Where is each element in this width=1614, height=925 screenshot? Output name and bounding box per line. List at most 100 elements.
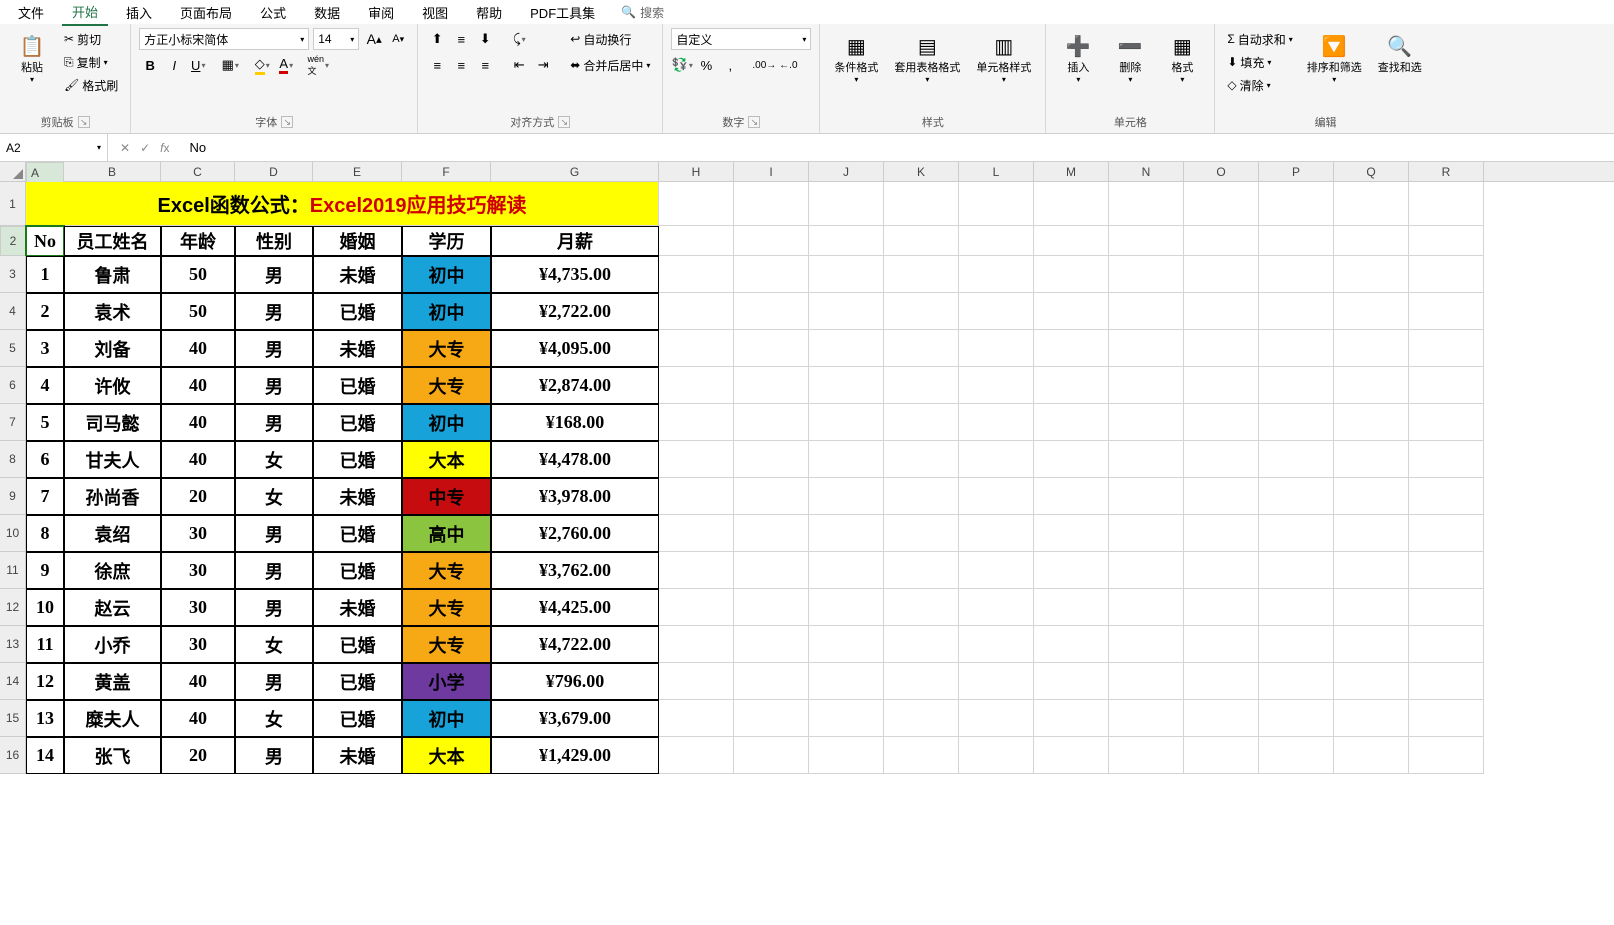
- tab-review[interactable]: 审阅: [358, 0, 404, 25]
- column-header-A[interactable]: A: [26, 162, 64, 184]
- data-cell[interactable]: 40: [161, 700, 235, 737]
- data-cell[interactable]: 初中: [402, 256, 491, 293]
- decrease-decimal-button[interactable]: ←.0: [777, 54, 799, 76]
- data-cell[interactable]: 3: [26, 330, 64, 367]
- cell[interactable]: [734, 626, 809, 663]
- cell[interactable]: [659, 626, 734, 663]
- cell[interactable]: [884, 515, 959, 552]
- cell[interactable]: [1184, 404, 1259, 441]
- cell[interactable]: [734, 700, 809, 737]
- column-header-K[interactable]: K: [884, 162, 959, 181]
- tab-view[interactable]: 视图: [412, 0, 458, 25]
- cell[interactable]: [959, 700, 1034, 737]
- data-cell[interactable]: 已婚: [313, 552, 402, 589]
- row-header-16[interactable]: 16: [0, 737, 26, 774]
- cell[interactable]: [1184, 478, 1259, 515]
- cell[interactable]: [959, 478, 1034, 515]
- data-cell[interactable]: 已婚: [313, 700, 402, 737]
- cell[interactable]: [1334, 515, 1409, 552]
- cell[interactable]: [1334, 700, 1409, 737]
- cell[interactable]: [884, 226, 959, 256]
- row-header-3[interactable]: 3: [0, 256, 26, 293]
- cell[interactable]: [1184, 293, 1259, 330]
- cell[interactable]: [734, 182, 809, 226]
- table-header[interactable]: 员工姓名: [64, 226, 161, 256]
- cell[interactable]: [1334, 293, 1409, 330]
- cell[interactable]: [659, 552, 734, 589]
- data-cell[interactable]: ¥2,760.00: [491, 515, 659, 552]
- data-cell[interactable]: 40: [161, 367, 235, 404]
- cell[interactable]: [734, 663, 809, 700]
- cell[interactable]: [734, 737, 809, 774]
- tab-formulas[interactable]: 公式: [250, 0, 296, 25]
- cell[interactable]: [734, 330, 809, 367]
- cell[interactable]: [1109, 478, 1184, 515]
- data-cell[interactable]: 初中: [402, 404, 491, 441]
- cell[interactable]: [809, 226, 884, 256]
- data-cell[interactable]: ¥4,095.00: [491, 330, 659, 367]
- column-header-P[interactable]: P: [1259, 162, 1334, 181]
- cell[interactable]: [1034, 226, 1109, 256]
- data-cell[interactable]: 徐庶: [64, 552, 161, 589]
- data-cell[interactable]: 13: [26, 700, 64, 737]
- insert-button[interactable]: ➕插入▾: [1054, 28, 1102, 87]
- data-cell[interactable]: 甘夫人: [64, 441, 161, 478]
- cell[interactable]: [1259, 478, 1334, 515]
- cell[interactable]: [959, 515, 1034, 552]
- cell[interactable]: [1109, 663, 1184, 700]
- expand-icon[interactable]: ↘: [281, 116, 293, 128]
- cell[interactable]: [659, 737, 734, 774]
- cell[interactable]: [959, 737, 1034, 774]
- data-cell[interactable]: 已婚: [313, 404, 402, 441]
- column-header-C[interactable]: C: [161, 162, 235, 181]
- cell[interactable]: [809, 589, 884, 626]
- cell[interactable]: [1184, 626, 1259, 663]
- data-cell[interactable]: 男: [235, 404, 313, 441]
- cell[interactable]: [1259, 226, 1334, 256]
- cell[interactable]: [1184, 663, 1259, 700]
- cell[interactable]: [734, 478, 809, 515]
- cell[interactable]: [1409, 256, 1484, 293]
- cell[interactable]: [1109, 226, 1184, 256]
- cell[interactable]: [959, 626, 1034, 663]
- data-cell[interactable]: 男: [235, 737, 313, 774]
- search-box[interactable]: 🔍 搜索: [621, 4, 664, 21]
- column-header-F[interactable]: F: [402, 162, 491, 181]
- data-cell[interactable]: 30: [161, 589, 235, 626]
- cell[interactable]: [1259, 589, 1334, 626]
- data-cell[interactable]: 8: [26, 515, 64, 552]
- increase-decimal-button[interactable]: .00→: [753, 54, 775, 76]
- cell[interactable]: [1259, 663, 1334, 700]
- cell[interactable]: [959, 404, 1034, 441]
- cell[interactable]: [1409, 367, 1484, 404]
- data-cell[interactable]: 男: [235, 552, 313, 589]
- column-header-E[interactable]: E: [313, 162, 402, 181]
- cell[interactable]: [1259, 293, 1334, 330]
- cell[interactable]: [959, 367, 1034, 404]
- enter-icon[interactable]: ✓: [140, 141, 150, 155]
- cell[interactable]: [959, 441, 1034, 478]
- data-cell[interactable]: ¥3,679.00: [491, 700, 659, 737]
- cell[interactable]: [809, 737, 884, 774]
- data-cell[interactable]: 已婚: [313, 441, 402, 478]
- row-header-8[interactable]: 8: [0, 441, 26, 478]
- cell[interactable]: [1034, 330, 1109, 367]
- cell[interactable]: [1109, 737, 1184, 774]
- cell[interactable]: [1109, 182, 1184, 226]
- fill-color-button[interactable]: ◇: [251, 54, 273, 76]
- expand-icon[interactable]: ↘: [558, 116, 570, 128]
- table-header[interactable]: 月薪: [491, 226, 659, 256]
- data-cell[interactable]: 30: [161, 515, 235, 552]
- cell[interactable]: [1409, 515, 1484, 552]
- cell[interactable]: [1409, 182, 1484, 226]
- cell[interactable]: [1334, 478, 1409, 515]
- increase-indent-button[interactable]: ⇥: [532, 54, 554, 76]
- data-cell[interactable]: 已婚: [313, 293, 402, 330]
- data-cell[interactable]: 男: [235, 367, 313, 404]
- cell[interactable]: [959, 330, 1034, 367]
- data-cell[interactable]: 许攸: [64, 367, 161, 404]
- cell[interactable]: [659, 293, 734, 330]
- cell[interactable]: [1409, 663, 1484, 700]
- cut-button[interactable]: ✂剪切: [60, 28, 122, 50]
- cell[interactable]: [1334, 552, 1409, 589]
